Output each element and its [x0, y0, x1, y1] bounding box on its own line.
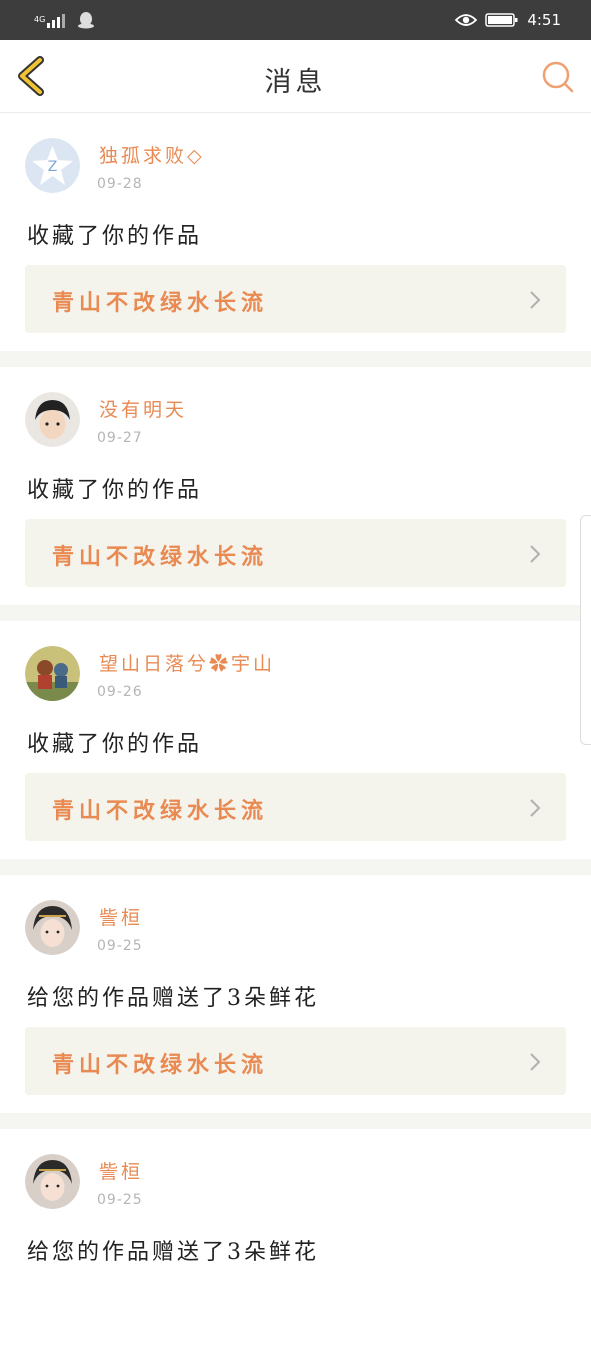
status-left: 4G	[34, 10, 95, 30]
work-link[interactable]: 青山不改绿水长流	[25, 519, 566, 587]
search-icon	[542, 61, 574, 93]
chevron-right-icon	[530, 1053, 541, 1071]
notification-card: 訾桓 09-25 给您的作品赠送了3朵鲜花	[0, 1129, 591, 1367]
eye-icon	[455, 14, 478, 26]
timestamp: 09-26	[97, 684, 143, 700]
chevron-right-icon	[530, 799, 541, 817]
svg-text:Z: Z	[48, 159, 58, 175]
notification-card: 訾桓 09-25 给您的作品赠送了3朵鲜花 青山不改绿水长流	[0, 875, 591, 1113]
search-button[interactable]	[541, 60, 575, 94]
avatar[interactable]	[25, 392, 80, 447]
chevron-right-icon	[530, 291, 541, 309]
work-link[interactable]: 青山不改绿水长流	[25, 773, 566, 841]
username[interactable]: 没有明天	[99, 395, 187, 422]
notification-text: 给您的作品赠送了3朵鲜花	[27, 986, 319, 1011]
notification-text: 给您的作品赠送了3朵鲜花	[27, 1240, 319, 1265]
clock: 4:51	[527, 11, 561, 29]
signal-icon	[47, 14, 66, 28]
username[interactable]: 望山日落兮✿宇山	[99, 649, 275, 676]
notification-list: Z 独孤求败◇ 09-28 收藏了你的作品 青山不改绿水长流 没有明天 09-2…	[0, 113, 591, 1367]
notification-card: 没有明天 09-27 收藏了你的作品 青山不改绿水长流	[0, 367, 591, 605]
work-link[interactable]: 青山不改绿水长流	[25, 265, 566, 333]
username[interactable]: 訾桓	[99, 1157, 143, 1184]
timestamp: 09-28	[97, 176, 143, 192]
avatar[interactable]	[25, 900, 80, 955]
divider	[0, 605, 591, 621]
header-bar: 消息	[0, 40, 591, 113]
username[interactable]: 訾桓	[99, 903, 143, 930]
avatar[interactable]: Z	[25, 138, 80, 193]
divider	[0, 351, 591, 367]
status-bar: 4G 4:51	[0, 0, 591, 40]
username[interactable]: 独孤求败◇	[99, 141, 205, 168]
timestamp: 09-25	[97, 1192, 143, 1208]
divider	[0, 1113, 591, 1129]
notification-text: 收藏了你的作品	[27, 224, 203, 249]
chevron-right-icon	[530, 545, 541, 563]
page-title: 消息	[264, 67, 327, 98]
work-title: 青山不改绿水长流	[52, 544, 269, 570]
divider	[0, 859, 591, 875]
scroll-handle[interactable]	[580, 515, 591, 745]
qq-penguin-icon	[78, 12, 95, 29]
notification-card: Z 独孤求败◇ 09-28 收藏了你的作品 青山不改绿水长流	[0, 113, 591, 351]
notification-text: 收藏了你的作品	[27, 478, 203, 503]
avatar[interactable]	[25, 646, 80, 701]
notification-text: 收藏了你的作品	[27, 732, 203, 757]
timestamp: 09-27	[97, 430, 143, 446]
work-title: 青山不改绿水长流	[52, 1052, 269, 1078]
work-title: 青山不改绿水长流	[52, 798, 269, 824]
avatar[interactable]	[25, 1154, 80, 1209]
battery-icon	[485, 13, 518, 27]
work-title: 青山不改绿水长流	[52, 290, 269, 316]
work-link[interactable]: 青山不改绿水长流	[25, 1027, 566, 1095]
status-right: 4:51	[455, 10, 561, 30]
notification-card: 望山日落兮✿宇山 09-26 收藏了你的作品 青山不改绿水长流	[0, 621, 591, 859]
timestamp: 09-25	[97, 938, 143, 954]
network-type: 4G	[34, 15, 46, 24]
